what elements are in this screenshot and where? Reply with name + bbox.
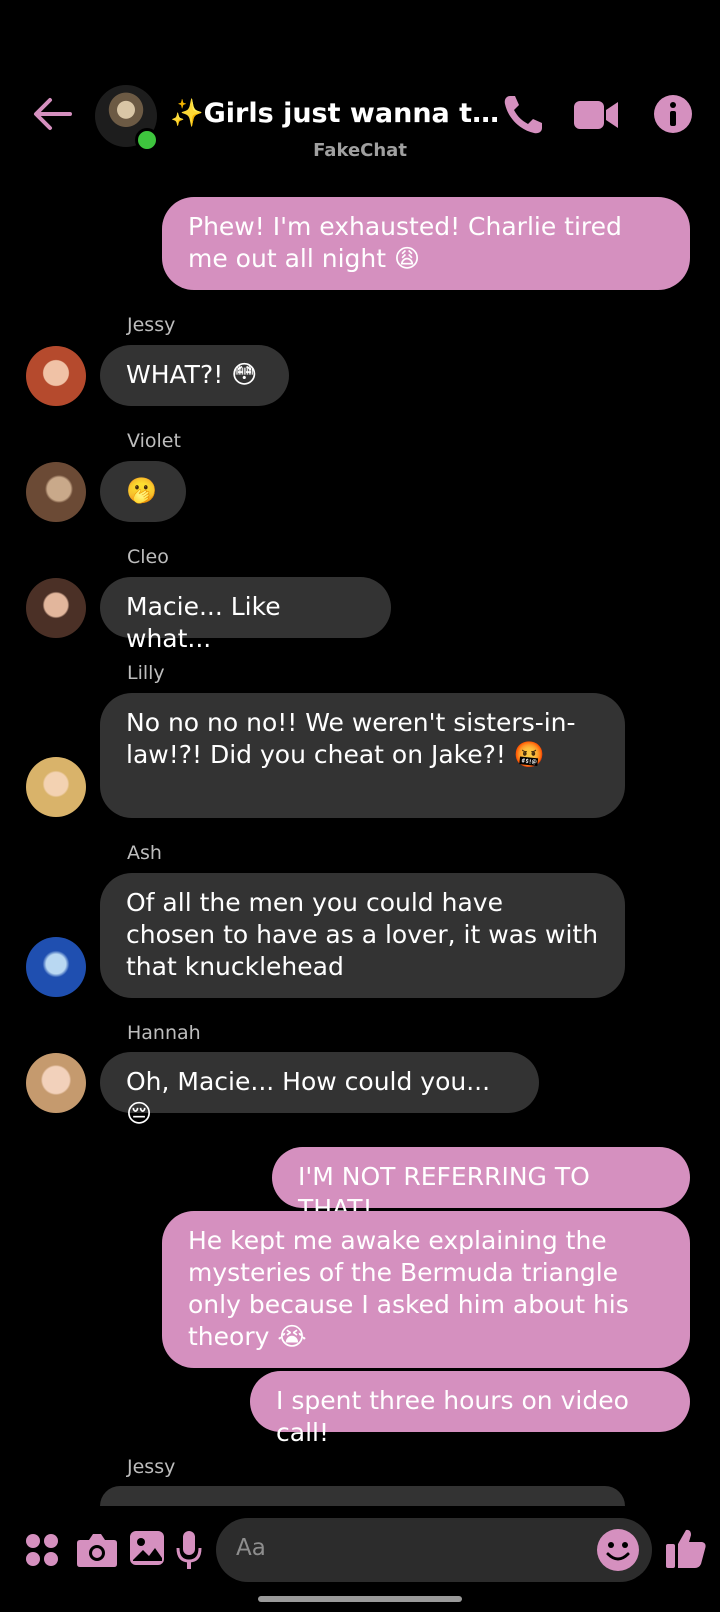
apps-icon[interactable] [24,1532,60,1568]
online-status-dot [135,128,159,152]
message-bubble-outgoing[interactable]: I'M NOT REFERRING TO THAT! [272,1147,690,1223]
info-icon[interactable] [653,94,693,134]
message-input[interactable]: Aa [216,1518,652,1582]
avatar[interactable] [26,578,86,638]
message-bubble-incoming[interactable]: Of all the men you could have chosen to … [100,873,625,998]
message-bubble-outgoing[interactable]: Phew! I'm exhausted! Charlie tired me ou… [162,197,690,290]
sender-name: Lilly [127,662,165,684]
message-composer: Aa [0,1510,720,1590]
video-icon[interactable] [572,92,620,138]
message-input-placeholder: Aa [236,1535,266,1561]
avatar[interactable] [26,937,86,997]
mic-icon[interactable] [176,1530,202,1570]
message-bubble-outgoing[interactable]: He kept me awake explaining the mysterie… [162,1211,690,1368]
home-indicator[interactable] [258,1596,462,1602]
message-bubble-outgoing[interactable]: I spent three hours on video call! [250,1371,690,1447]
sender-name: Jessy [127,1456,176,1478]
message-bubble-incoming[interactable]: Macie... Like what... [100,577,391,653]
phone-icon[interactable] [500,92,546,138]
message-bubble-incoming[interactable]: No no no no!! We weren't sisters-in-law!… [100,693,625,818]
avatar[interactable] [26,462,86,522]
sender-name: Hannah [127,1022,201,1044]
sender-name: Jessy [127,314,176,336]
thumbs-up-icon[interactable] [664,1526,708,1570]
emoji-icon[interactable] [596,1528,640,1572]
sender-name: Violet [127,430,181,452]
chat-subtitle: FakeChat [313,140,407,161]
sender-name: Cleo [127,546,169,568]
message-bubble-incoming[interactable]: WHAT?! 😳 [100,345,289,406]
message-bubble-incoming[interactable]: Oh, Macie... How could you... 😔 [100,1052,539,1128]
camera-icon[interactable] [76,1532,118,1568]
avatar[interactable] [26,346,86,406]
gallery-icon[interactable] [129,1530,165,1566]
chat-title[interactable]: ✨Girls just wanna to have fun [170,97,500,129]
avatar[interactable] [26,1053,86,1113]
message-bubble-incoming-partial[interactable] [100,1486,625,1506]
message-bubble-incoming[interactable]: 🫢 [100,461,186,522]
back-arrow-icon[interactable] [30,92,74,136]
chat-header: ✨Girls just wanna to have fun FakeChat [0,0,720,185]
avatar[interactable] [26,757,86,817]
sender-name: Ash [127,842,162,864]
